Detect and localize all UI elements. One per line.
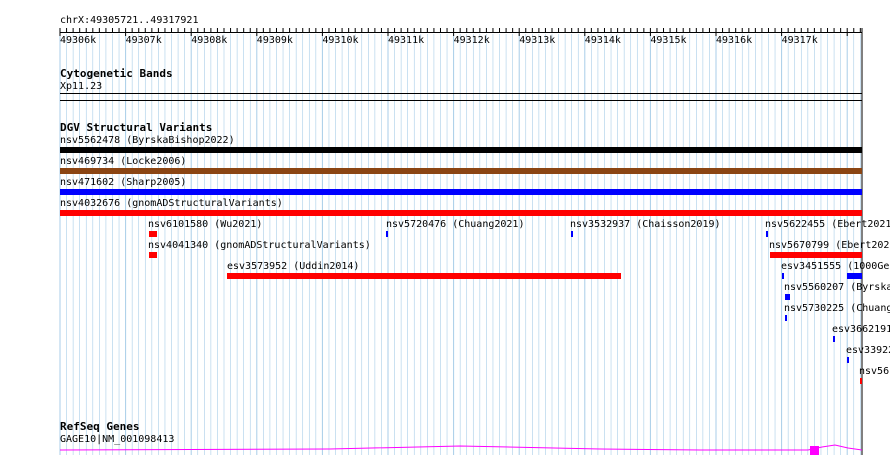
dgv-label-9[interactable]: nsv4041340 (gnomADStructuralVariants): [148, 240, 371, 251]
cytoband-bar[interactable]: [60, 93, 862, 94]
dgv-label-10[interactable]: nsv5670799 (Ebert202: [769, 240, 889, 251]
dgv-feature-11[interactable]: [227, 273, 621, 279]
dgv-feature-12-thin[interactable]: [782, 273, 784, 279]
track-separator: [60, 100, 862, 101]
dgv-label-14[interactable]: nsv5730225 (Chuang: [784, 303, 890, 314]
dgv-feature-13[interactable]: [785, 294, 790, 300]
dgv-feature-16[interactable]: [847, 357, 849, 363]
ruler-label: 49316k: [716, 35, 753, 46]
dgv-feature-6[interactable]: [386, 231, 388, 237]
dgv-feature-14[interactable]: [785, 315, 787, 321]
refseq-gene-model[interactable]: [0, 440, 890, 461]
dgv-label-13[interactable]: nsv5560207 (Byrska: [784, 282, 890, 293]
location-readout: chrX:49305721..49317921: [60, 15, 199, 26]
ruler-label: 49311k: [388, 35, 425, 46]
ruler-label: 49307k: [125, 35, 162, 46]
dgv-feature-5[interactable]: [149, 231, 157, 237]
dgv-feature-2[interactable]: [60, 168, 862, 174]
ruler-label: 49312k: [453, 35, 490, 46]
dgv-track-title: DGV Structural Variants: [60, 121, 213, 134]
ruler-line: [60, 32, 862, 33]
dgv-feature-12[interactable]: [847, 273, 862, 279]
dgv-label-2[interactable]: nsv469734 (Locke2006): [60, 156, 186, 167]
dgv-label-1[interactable]: nsv5562478 (ByrskaBishop2022): [60, 135, 235, 146]
genome-browser-view: chrX:49305721..49317921 49306k 49307k 4930…: [0, 0, 890, 461]
dgv-feature-4[interactable]: [60, 210, 862, 216]
dgv-label-6[interactable]: nsv5720476 (Chuang2021): [386, 219, 524, 230]
dgv-label-3[interactable]: nsv471602 (Sharp2005): [60, 177, 186, 188]
dgv-feature-9[interactable]: [149, 252, 157, 258]
refseq-track-title: RefSeq Genes: [60, 420, 140, 433]
dgv-label-17[interactable]: nsv56: [859, 366, 889, 377]
dgv-label-5[interactable]: nsv6101580 (Wu2021): [148, 219, 262, 230]
gene-exon[interactable]: [810, 446, 819, 455]
ruler-label: 49306k: [60, 35, 97, 46]
ruler-label: 49308k: [191, 35, 228, 46]
ruler-label: 49314k: [584, 35, 621, 46]
dgv-label-7[interactable]: nsv3532937 (Chaisson2019): [570, 219, 721, 230]
ruler-label: 49315k: [650, 35, 687, 46]
dgv-feature-1[interactable]: [60, 147, 862, 153]
cytoband-track-title: Cytogenetic Bands: [60, 67, 173, 80]
dgv-feature-15[interactable]: [833, 336, 835, 342]
dgv-feature-10[interactable]: [770, 252, 862, 258]
ruler-label: 49310k: [322, 35, 359, 46]
dgv-label-4[interactable]: nsv4032676 (gnomADStructuralVariants): [60, 198, 283, 209]
dgv-label-16[interactable]: esv33922: [846, 345, 890, 356]
ruler-label: 49309k: [256, 35, 293, 46]
ruler-label: 49313k: [519, 35, 556, 46]
dgv-label-11[interactable]: esv3573952 (Uddin2014): [227, 261, 359, 272]
ruler-label: 49317k: [781, 35, 818, 46]
dgv-label-12[interactable]: esv3451555 (1000Ge: [781, 261, 889, 272]
dgv-feature-3[interactable]: [60, 189, 862, 195]
dgv-label-8[interactable]: nsv5622455 (Ebert2021: [765, 219, 890, 230]
dgv-feature-8[interactable]: [766, 231, 768, 237]
gene-intron-line: [59, 444, 863, 451]
dgv-label-15[interactable]: esv3662191: [832, 324, 890, 335]
dgv-feature-17[interactable]: [860, 378, 862, 384]
cytoband-label: Xp11.23: [60, 81, 103, 92]
dgv-feature-7[interactable]: [571, 231, 573, 237]
